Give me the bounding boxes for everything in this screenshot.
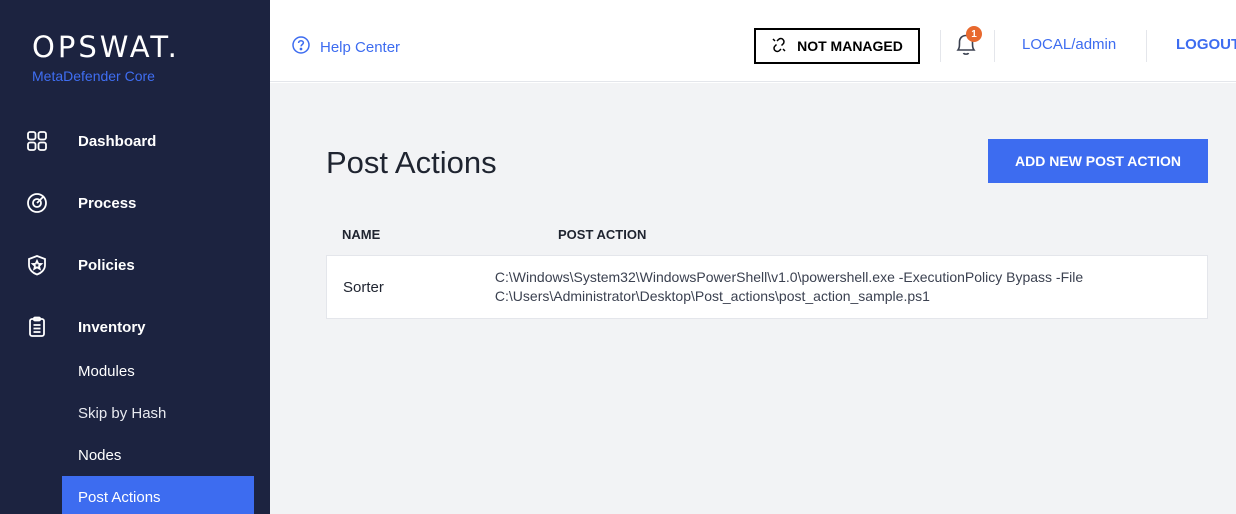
notification-badge: 1 <box>966 26 982 42</box>
dashboard-icon <box>26 130 48 152</box>
sidebar-item-label: Inventory <box>78 318 146 336</box>
help-icon <box>292 36 320 58</box>
user-menu[interactable]: LOCAL/admin <box>1022 36 1116 53</box>
inventory-submenu: Modules Skip by Hash Nodes Post Actions <box>0 350 270 514</box>
column-header-name[interactable]: NAME <box>326 227 542 242</box>
help-center-label: Help Center <box>320 38 401 56</box>
main-content: Post Actions ADD NEW POST ACTION NAME PO… <box>270 83 1236 514</box>
notifications-button[interactable]: 1 <box>954 26 982 62</box>
page-title: Post Actions <box>326 145 497 180</box>
product-name: MetaDefender Core <box>32 68 155 84</box>
process-icon <box>26 192 48 214</box>
cell-name: Sorter <box>343 278 384 296</box>
table-header: NAME POST ACTION <box>326 213 1208 255</box>
brand: OPSWAT. MetaDefender Core <box>0 0 270 98</box>
post-actions-table: NAME POST ACTION Sorter C:\Windows\Syste… <box>326 213 1208 319</box>
add-new-post-action-button[interactable]: ADD NEW POST ACTION <box>988 139 1208 183</box>
sidebar-item-label: Dashboard <box>78 132 157 150</box>
sidebar-subitem-post-actions[interactable]: Post Actions <box>62 476 254 514</box>
divider <box>940 30 941 62</box>
table-row[interactable]: Sorter C:\Windows\System32\WindowsPowerS… <box>326 255 1208 319</box>
unlink-icon <box>771 37 797 56</box>
divider <box>994 30 995 62</box>
column-header-post-action[interactable]: POST ACTION <box>542 227 646 242</box>
opswat-logo: OPSWAT. <box>32 30 180 64</box>
app-window: OPSWAT. MetaDefender Core Dashboard Proc… <box>0 0 1236 514</box>
sidebar-item-inventory[interactable]: Inventory <box>0 296 270 358</box>
sidebar: OPSWAT. MetaDefender Core Dashboard Proc… <box>0 0 270 514</box>
not-managed-label: NOT MANAGED <box>797 38 903 54</box>
sidebar-subitem-skip-by-hash[interactable]: Skip by Hash <box>0 392 270 434</box>
sidebar-subitem-modules[interactable]: Modules <box>0 350 270 392</box>
help-center-link[interactable]: Help Center <box>292 36 400 58</box>
sidebar-item-dashboard[interactable]: Dashboard <box>0 110 270 172</box>
sidebar-subitem-nodes[interactable]: Nodes <box>0 434 270 476</box>
cell-post-action: C:\Windows\System32\WindowsPowerShell\v1… <box>494 269 1084 304</box>
top-bar: Help Center NOT MANAGED 1 LOCAL/admin LO… <box>270 0 1236 82</box>
sidebar-item-label: Policies <box>78 256 135 274</box>
sidebar-item-policies[interactable]: Policies <box>0 234 270 296</box>
bell-icon <box>954 34 978 62</box>
divider <box>1146 30 1147 62</box>
policies-icon <box>26 254 48 276</box>
sidebar-item-process[interactable]: Process <box>0 172 270 234</box>
sidebar-nav: Dashboard Process Policies Inventory <box>0 110 270 358</box>
inventory-icon <box>26 316 48 338</box>
logout-button[interactable]: LOGOUT <box>1176 36 1236 53</box>
not-managed-status[interactable]: NOT MANAGED <box>754 28 920 64</box>
sidebar-item-label: Process <box>78 194 137 212</box>
